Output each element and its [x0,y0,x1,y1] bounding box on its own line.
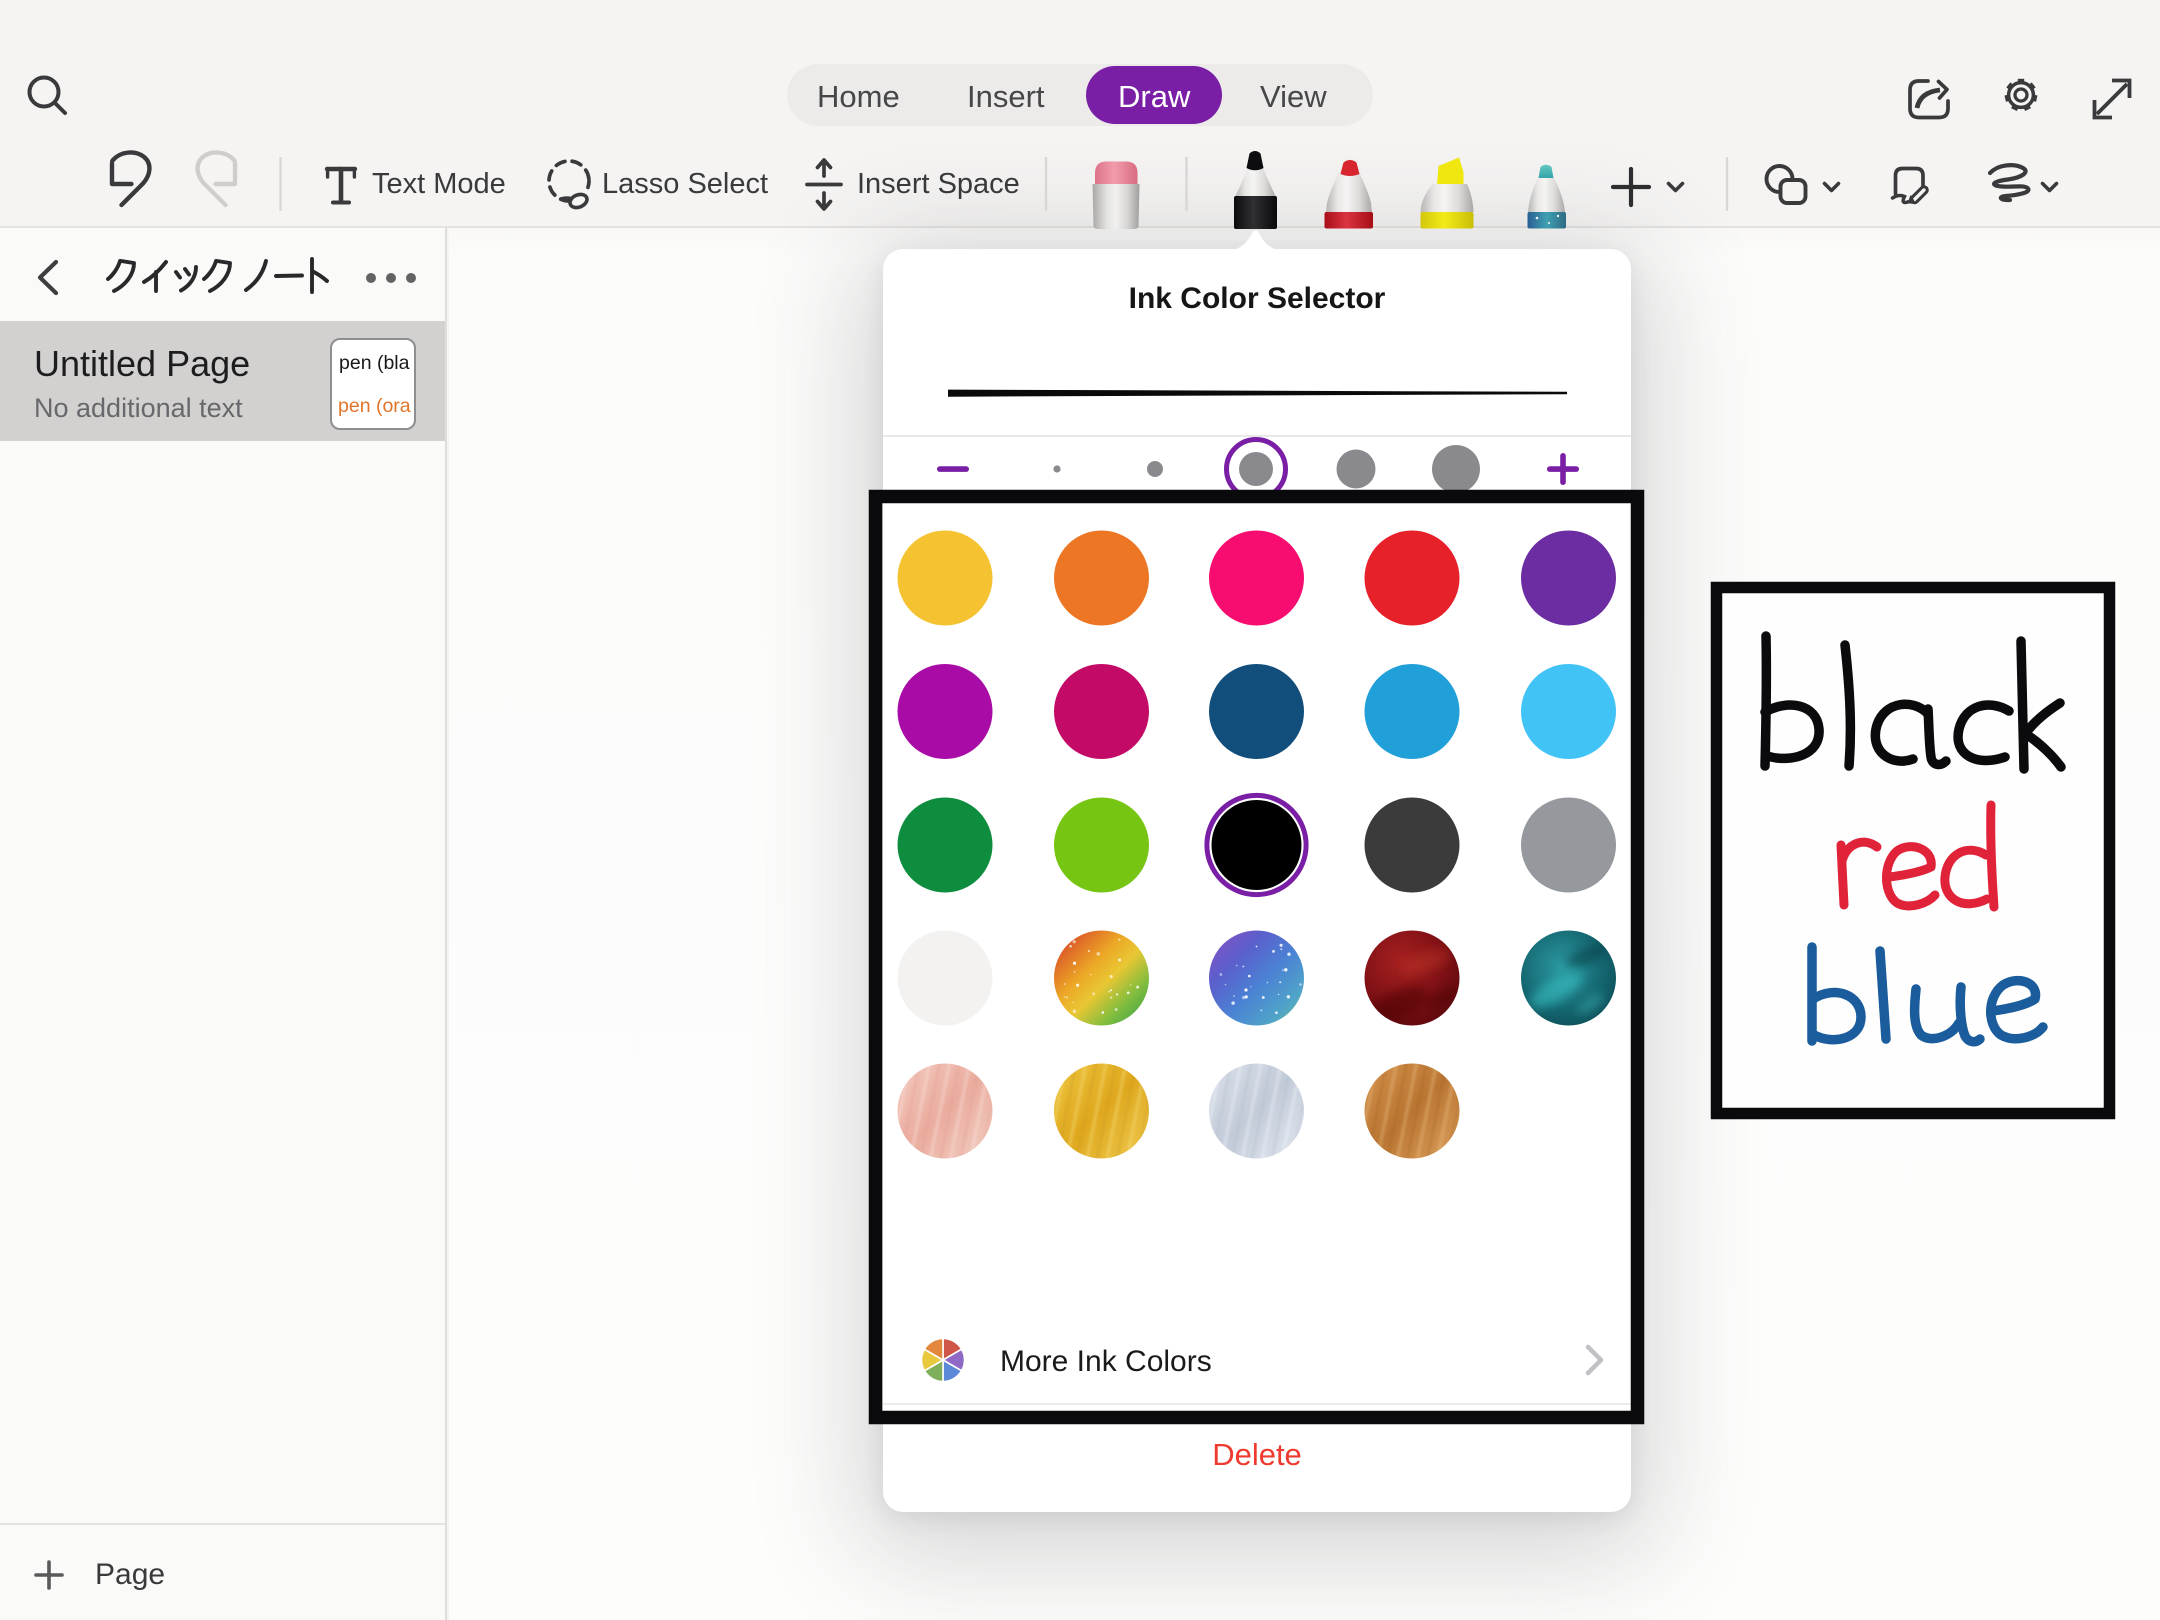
svg-text:pen (bla: pen (bla [339,352,410,374]
svg-text:pen (ora: pen (ora [338,395,411,417]
